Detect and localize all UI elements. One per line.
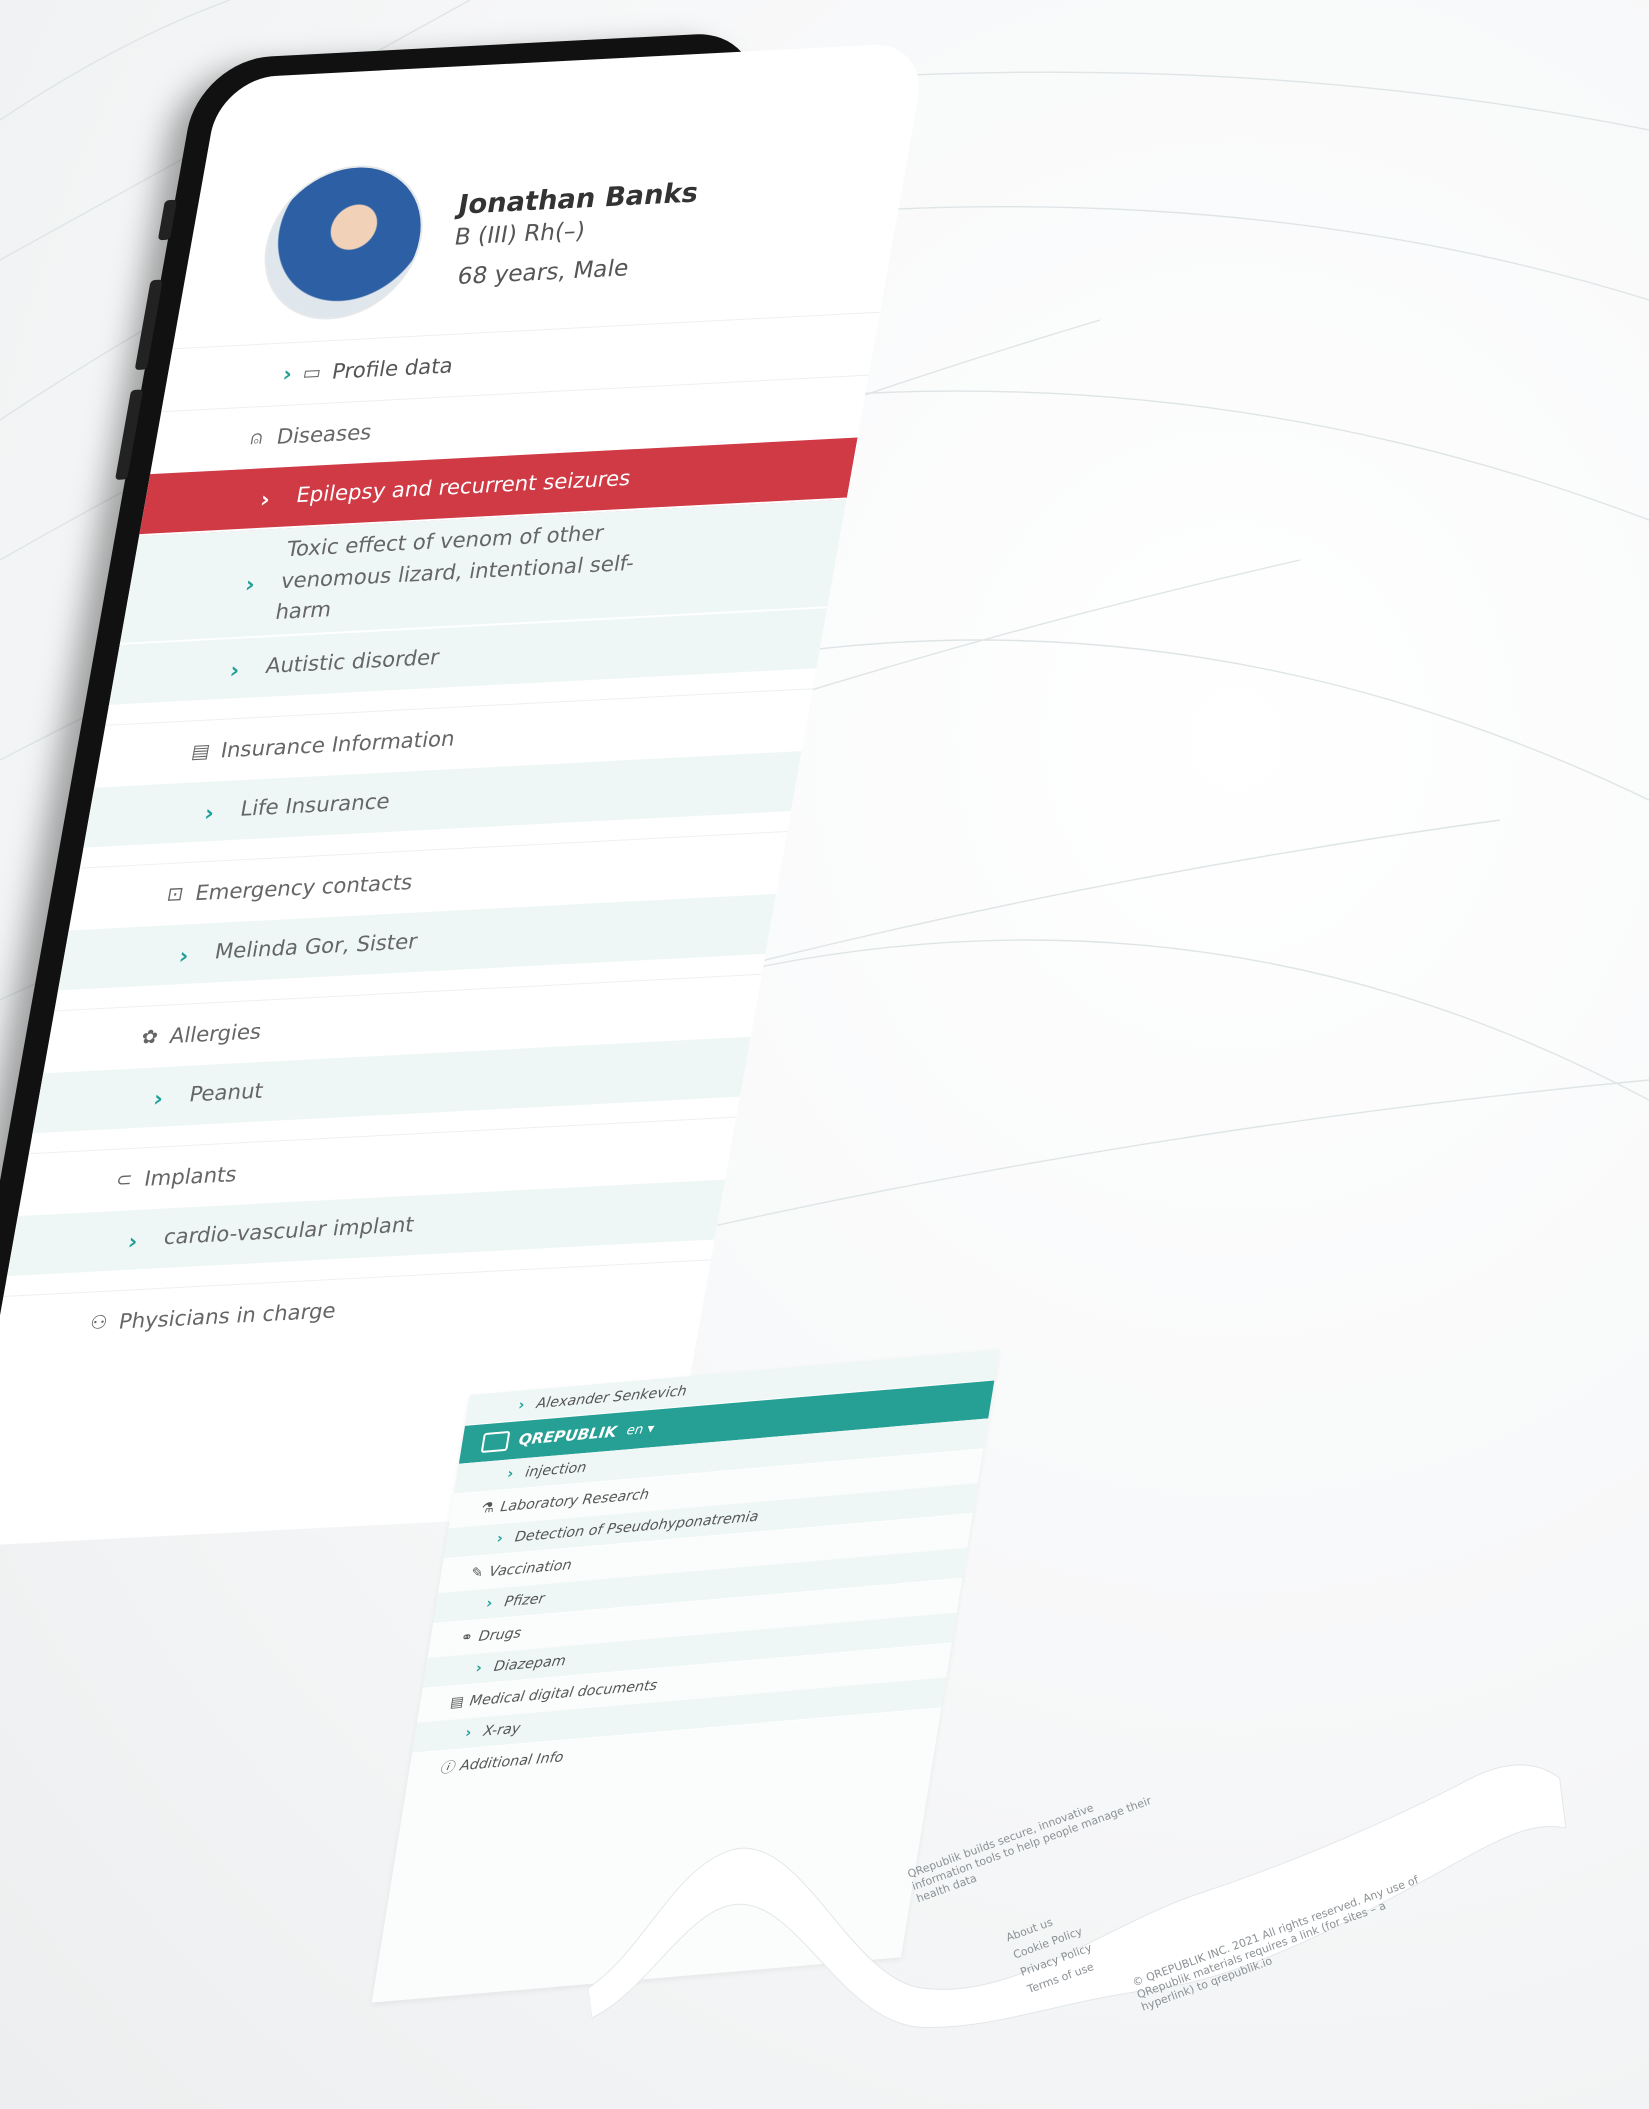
section-title: Insurance Information [218,725,457,762]
chevron-right-icon: › [485,1595,494,1612]
chevron-right-icon: › [495,1530,505,1548]
pill-icon: ⚭ [459,1629,474,1647]
item-label: Melinda Gor, Sister [213,928,420,964]
section-title: Diseases [274,420,374,449]
item-label: Life Insurance [238,788,392,821]
avatar [252,161,436,324]
implant-icon: ⊂ [114,1168,135,1191]
item-label: Autistic disorder [263,644,442,678]
item-label: X-ray [482,1720,522,1740]
item-label: Toxic effect of venom of other venomous … [273,520,637,625]
language-selector[interactable]: en ▾ [626,1421,656,1438]
item-label: Peanut [187,1078,266,1107]
section-title: Emergency contacts [193,869,415,905]
qrepublik-logo-icon [480,1430,511,1454]
chevron-right-icon: › [474,1660,484,1677]
chevron-right-icon: › [202,800,217,827]
section-header-physicians: ⚇ Physicians in charge [0,1258,712,1359]
profile-data-label: Profile data [330,353,455,384]
chevron-right-icon: › [151,1086,166,1112]
insurance-section: ▤ Insurance Information › Life Insurance [83,687,813,850]
chevron-right-icon: › [506,1465,515,1483]
chevron-right-icon: › [227,657,242,684]
allergy-icon: ✿ [139,1025,160,1049]
allergies-section: ✿ Allergies › Peanut [32,973,763,1135]
chevron-right-icon: › [258,487,272,514]
chevron-right-icon: › [176,943,191,969]
chevron-right-icon: › [126,1229,140,1255]
syringe-icon: ✎ [469,1564,485,1582]
chevron-right-icon: › [464,1724,473,1742]
item-label: injection [524,1459,588,1481]
blood-type: B (III) Rh(–) [452,218,588,251]
id-card-icon: ▭ [301,361,324,385]
contact-card-icon: ⊡ [165,882,186,906]
profile-header: Jonathan Banks B (III) Rh(–) 68 years, M… [173,42,929,348]
implants-section: ⊂ Implants › cardio-vascular implant [6,1116,737,1278]
item-label: cardio-vascular implant [162,1212,417,1249]
item-label: Epilepsy and recurrent seizures [294,466,633,508]
siren-icon: ⍝ [248,426,265,450]
physicians-section: ⚇ Physicians in charge [0,1258,712,1359]
section-title: Implants [142,1161,239,1191]
chevron-right-icon: › [280,361,294,387]
flask-icon: ⚗ [480,1499,496,1517]
file-icon: ▤ [448,1694,465,1712]
section-title: Allergies [167,1018,264,1048]
people-icon: ⚇ [88,1310,110,1334]
patient-name: Jonathan Banks [455,177,701,221]
item-label: Pfizer [503,1590,546,1611]
brand-name[interactable]: QREPUBLIK [517,1423,618,1449]
document-icon: ▤ [189,739,212,763]
emergency-contacts-section: ⊡ Emergency contacts › Melinda Gor, Sist… [57,830,788,992]
chevron-right-icon: › [517,1397,526,1414]
item-label: Diazepam [492,1652,567,1676]
diseases-section: ⍝ Diseases › Epilepsy and recurrent seiz… [108,374,869,707]
section-title: Physicians in charge [116,1298,338,1334]
chevron-right-icon: › [243,572,257,599]
age-gender: 68 years, Male [455,255,631,291]
info-icon: ⓘ [438,1759,456,1777]
